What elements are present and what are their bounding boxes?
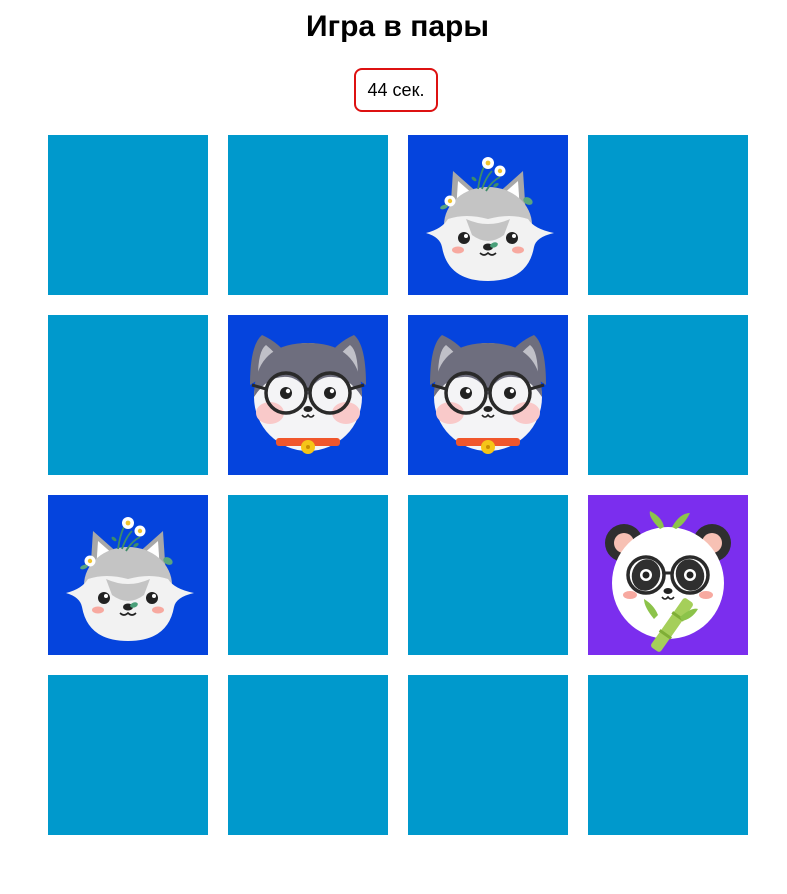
card-15[interactable] [408, 675, 568, 835]
husky-with-glasses-icon [408, 315, 568, 475]
card-12[interactable] [588, 495, 748, 655]
timer-display: 44 сек. [354, 68, 438, 112]
husky-with-glasses-icon [228, 315, 388, 475]
card-8[interactable] [588, 315, 748, 475]
card-1[interactable] [48, 135, 208, 295]
card-3[interactable] [408, 135, 568, 295]
card-grid [48, 135, 748, 835]
card-10[interactable] [228, 495, 388, 655]
card-4[interactable] [588, 135, 748, 295]
card-6[interactable] [228, 315, 388, 475]
card-9[interactable] [48, 495, 208, 655]
memory-game-page: Игра в пары 44 сек. [0, 0, 787, 894]
card-13[interactable] [48, 675, 208, 835]
card-16[interactable] [588, 675, 748, 835]
panda-with-glasses-icon [588, 495, 748, 655]
card-5[interactable] [48, 315, 208, 475]
card-2[interactable] [228, 135, 388, 295]
page-title: Игра в пары [306, 10, 489, 43]
card-7[interactable] [408, 315, 568, 475]
wolf-with-flowers-icon [408, 135, 568, 295]
card-14[interactable] [228, 675, 388, 835]
card-11[interactable] [408, 495, 568, 655]
wolf-with-flowers-icon [48, 495, 208, 655]
